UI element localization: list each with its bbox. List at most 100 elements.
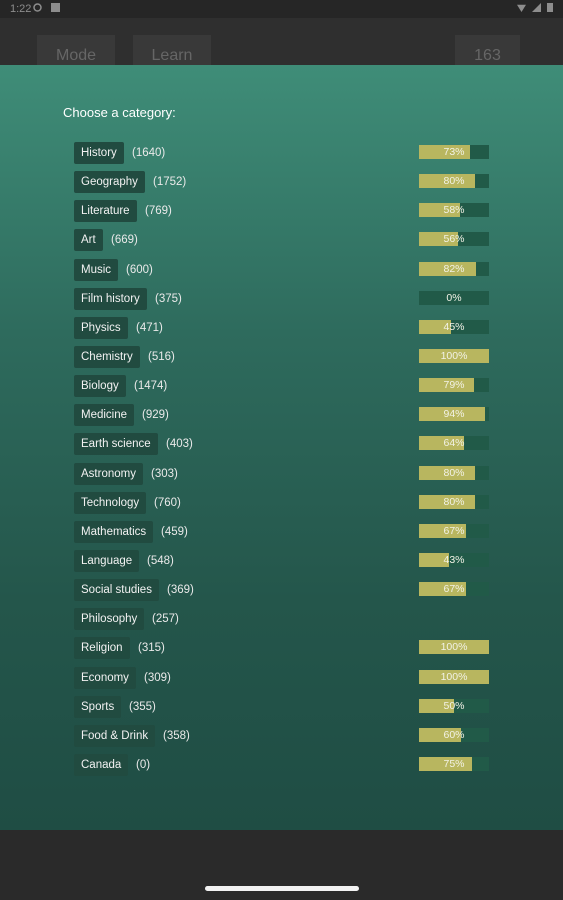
category-button[interactable]: Canada [74,753,129,776]
progress-bar: 58% [419,203,489,218]
category-button[interactable]: Earth science [74,433,158,456]
category-count: (459) [161,525,188,538]
learn-button[interactable]: Learn [133,35,211,65]
progress-percent: 100% [440,670,468,683]
category-button[interactable]: Language [74,549,140,572]
category-button[interactable]: Literature [74,200,137,223]
category-count: (303) [151,467,178,480]
progress-percent: 56% [443,233,465,246]
category-count: (355) [129,700,156,713]
notification-icon [51,3,60,12]
category-button[interactable]: Technology [74,491,147,514]
progress-percent: 80% [443,466,465,479]
category-button[interactable]: Economy [74,666,136,689]
category-count: (257) [152,613,179,626]
progress-percent: 43% [443,553,465,566]
category-row[interactable]: Medicine (929) 94% [74,403,490,432]
settings-icon [33,3,42,12]
progress-bar: 75% [419,756,489,771]
progress-percent: 80% [443,175,465,188]
progress-percent: 82% [443,262,465,275]
category-row[interactable]: Film history (375) 0% [74,287,490,316]
category-row[interactable]: Music (600) 82% [74,258,490,287]
category-row[interactable]: Sports (355) 50% [74,695,490,724]
category-button[interactable]: History [74,142,124,164]
gesture-handle[interactable] [205,886,359,891]
category-button[interactable]: Physics [74,316,128,339]
progress-bar: 56% [419,232,489,247]
category-row[interactable]: Earth science (403) 64% [74,432,490,461]
category-count: (0) [136,758,151,771]
progress-percent: 80% [443,495,465,508]
category-count: (669) [111,234,138,247]
progress-percent: 94% [443,408,465,421]
progress-bar: 67% [419,523,489,538]
progress-bar: 50% [419,698,489,713]
progress-bar: 82% [419,261,489,276]
category-row[interactable]: Biology (1474) 79% [74,374,490,403]
category-button[interactable]: Sports [74,695,122,718]
category-button[interactable]: Religion [74,637,130,660]
category-row[interactable]: Technology (760) 80% [74,491,490,520]
progress-bar: 45% [419,319,489,334]
progress-bar: 79% [419,378,489,393]
progress-bar: 80% [419,494,489,509]
category-button[interactable]: Art [74,229,103,252]
app-bar: Mode Learn 163 [0,18,563,65]
category-button[interactable]: Chemistry [74,345,140,368]
category-button[interactable]: Medicine [74,404,135,427]
category-row[interactable]: Canada (0) 75% [74,753,490,782]
category-button[interactable]: Biology [74,375,126,398]
category-row[interactable]: Religion (315) 100% [74,636,490,665]
category-count: (403) [166,438,193,451]
progress-percent: 60% [443,728,465,741]
progress-percent: 79% [443,379,465,392]
category-row[interactable]: Geography (1752) 80% [74,170,490,199]
category-button[interactable]: Philosophy [74,608,145,631]
category-button[interactable]: Food & Drink [74,724,156,747]
category-button[interactable]: Film history [74,287,147,310]
category-row[interactable]: Philosophy (257) [74,607,490,636]
progress-percent: 50% [443,699,465,712]
category-row[interactable]: Mathematics (459) 67% [74,520,490,549]
category-count: (309) [144,671,171,684]
progress-percent: 64% [443,437,465,450]
progress-percent: 73% [443,146,465,158]
category-row[interactable]: History (1640) 73% [74,141,490,170]
progress-percent: 45% [443,320,465,333]
category-row[interactable]: Physics (471) 45% [74,316,490,345]
category-count: (315) [138,642,165,655]
category-row[interactable]: Chemistry (516) 100% [74,345,490,374]
category-count: (369) [167,584,194,597]
category-row[interactable]: Language (548) 43% [74,549,490,578]
progress-bar: 73% [419,145,489,159]
category-count: (548) [147,554,174,567]
status-bar: 1:22 [0,0,563,18]
category-count: (1640) [132,147,166,159]
progress-bar: 80% [419,174,489,189]
category-button[interactable]: Music [74,258,119,281]
category-count: (1752) [153,176,187,189]
category-button[interactable]: Geography [74,171,145,194]
progress-bar: 100% [419,348,489,363]
progress-bar: 100% [419,669,489,684]
progress-percent: 75% [443,757,465,770]
category-row[interactable]: Economy (309) 100% [74,666,490,695]
category-button[interactable]: Mathematics [74,520,154,543]
category-row[interactable]: Art (669) 56% [74,228,490,257]
status-time: 1:22 [10,3,32,15]
progress-percent: 58% [443,204,465,217]
category-row[interactable]: Food & Drink (358) 60% [74,724,490,753]
category-button[interactable]: Social studies [74,579,159,602]
category-row[interactable]: Astronomy (303) 80% [74,462,490,491]
progress-bar: 67% [419,582,489,597]
category-row[interactable]: Social studies (369) 67% [74,578,490,607]
category-count: (1474) [134,380,168,393]
category-count: (516) [148,350,175,363]
category-row[interactable]: Literature (769) 58% [74,199,490,228]
category-count: (471) [136,321,163,334]
progress-bar: 0% [419,290,489,305]
category-count: (375) [155,292,182,305]
category-button[interactable]: Astronomy [74,462,143,485]
mode-button[interactable]: Mode [37,35,115,65]
